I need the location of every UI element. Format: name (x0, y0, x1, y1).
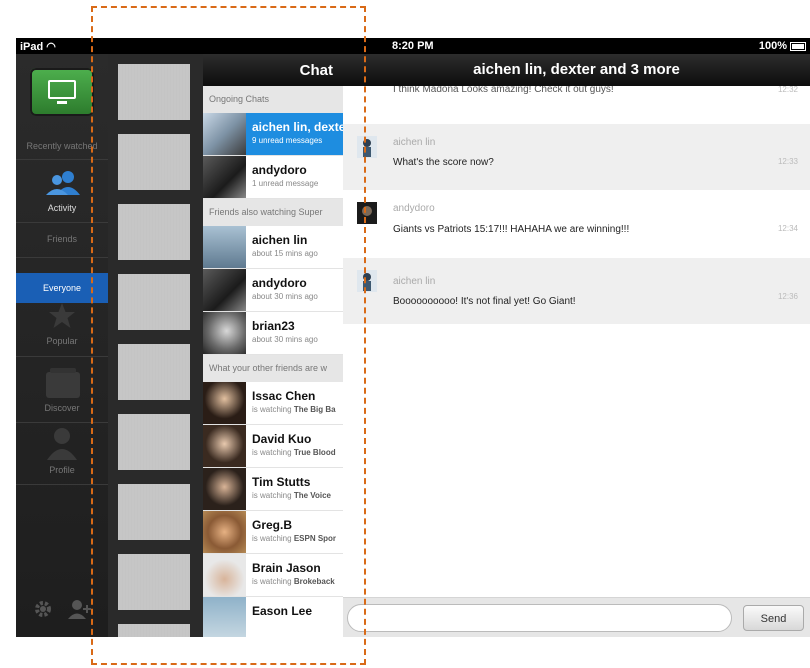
nav-recently-watched[interactable]: Recently watched (16, 141, 108, 151)
chat-title: Chat (299, 62, 333, 79)
nav-activity[interactable]: Activity (16, 203, 108, 213)
show-thumbnail[interactable] (118, 414, 190, 470)
message: I think Madona Looks amazing! Check it o… (393, 86, 798, 95)
nav-divider (16, 159, 108, 160)
carrier-label: iPad ◠ (20, 41, 56, 53)
friend-row[interactable]: brian23 about 30 mins ago (203, 312, 343, 355)
show-thumbnail[interactable] (118, 484, 190, 540)
composer-bar: Send (343, 597, 810, 637)
avatar (203, 554, 246, 596)
avatar (203, 113, 246, 155)
friend-row[interactable]: David Kuo is watching True Blood (203, 425, 343, 468)
discover-icon (46, 368, 80, 398)
chat-list: Chat Ongoing Chats aichen lin, dexte 9 u… (203, 54, 343, 637)
friend-row[interactable]: Tim Stutts is watching The Voice (203, 468, 343, 511)
nav-profile[interactable]: Profile (16, 465, 108, 475)
avatar (357, 202, 377, 224)
nav-everyone[interactable]: Everyone (16, 273, 108, 303)
send-button[interactable]: Send (743, 605, 804, 631)
chat-row[interactable]: andydoro 1 unread message (203, 156, 343, 199)
avatar (203, 269, 246, 311)
chat-row[interactable]: aichen lin, dexte 9 unread messages (203, 113, 343, 156)
avatar (203, 312, 246, 354)
conversation-pane: aichen lin, dexter and 3 more I think Ma… (343, 54, 810, 637)
message: andydoro Giants vs Patriots 15:17!!! HAH… (343, 190, 810, 258)
avatar (203, 511, 246, 553)
battery-indicator: 100% (759, 40, 806, 52)
show-thumbnail[interactable] (118, 64, 190, 120)
nav-friends[interactable]: Friends (16, 234, 108, 244)
nav-divider (16, 222, 108, 223)
star-icon (49, 303, 75, 328)
nav-discover[interactable]: Discover (16, 403, 108, 413)
friend-row[interactable]: aichen lin about 15 mins ago (203, 226, 343, 269)
avatar (203, 468, 246, 510)
show-thumbnail[interactable] (118, 344, 190, 400)
show-thumbnail[interactable] (118, 204, 190, 260)
tv-icon (48, 80, 76, 99)
avatar (357, 136, 377, 158)
message: aichen lin Boooooooooo! It's not final y… (343, 258, 810, 324)
friend-row[interactable]: Issac Chen is watching The Big Ba (203, 382, 343, 425)
wifi-icon: ◠ (46, 41, 56, 53)
conversation-title: aichen lin, dexter and 3 more (343, 54, 810, 86)
show-thumbnail[interactable] (118, 134, 190, 190)
nav-divider (16, 422, 108, 423)
friend-row[interactable]: andydoro about 30 mins ago (203, 269, 343, 312)
tv-button[interactable] (30, 68, 94, 116)
section-other-friends: What your other friends are w (203, 355, 343, 382)
avatar (203, 597, 246, 637)
nav-divider (16, 484, 108, 485)
nav-divider (16, 257, 108, 258)
show-thumbnail[interactable] (118, 554, 190, 610)
thumbnail-column (108, 54, 203, 637)
status-bar: iPad ◠ 8:20 PM 100% (16, 38, 810, 54)
gear-icon[interactable] (34, 600, 52, 618)
nav-divider (16, 356, 108, 357)
message: aichen lin What's the score now? 12:33 (343, 124, 810, 190)
section-ongoing-chats: Ongoing Chats (203, 86, 343, 113)
left-nav: Recently watched Activity Friends Everyo… (16, 54, 108, 637)
avatar (203, 156, 246, 198)
friend-row[interactable]: Brain Jason is watching Brokeback (203, 554, 343, 597)
chat-list-header: Chat (203, 54, 343, 86)
battery-icon (790, 41, 806, 51)
clock: 8:20 PM (392, 40, 434, 52)
nav-popular[interactable]: Popular (16, 336, 108, 346)
section-also-watching: Friends also watching Super (203, 199, 343, 226)
avatar (357, 270, 377, 292)
show-thumbnail[interactable] (118, 274, 190, 330)
avatar (203, 425, 246, 467)
show-thumbnail[interactable] (118, 624, 190, 637)
add-friend-icon[interactable] (68, 599, 94, 619)
message-input[interactable] (347, 604, 732, 632)
profile-icon (47, 428, 77, 460)
ipad-frame: iPad ◠ 8:20 PM 100% Recently watched Act… (16, 38, 810, 637)
friend-row[interactable]: Eason Lee (203, 597, 343, 637)
avatar (203, 382, 246, 424)
avatar (203, 226, 246, 268)
friend-row[interactable]: Greg.B is watching ESPN Spor (203, 511, 343, 554)
people-icon (46, 171, 80, 195)
